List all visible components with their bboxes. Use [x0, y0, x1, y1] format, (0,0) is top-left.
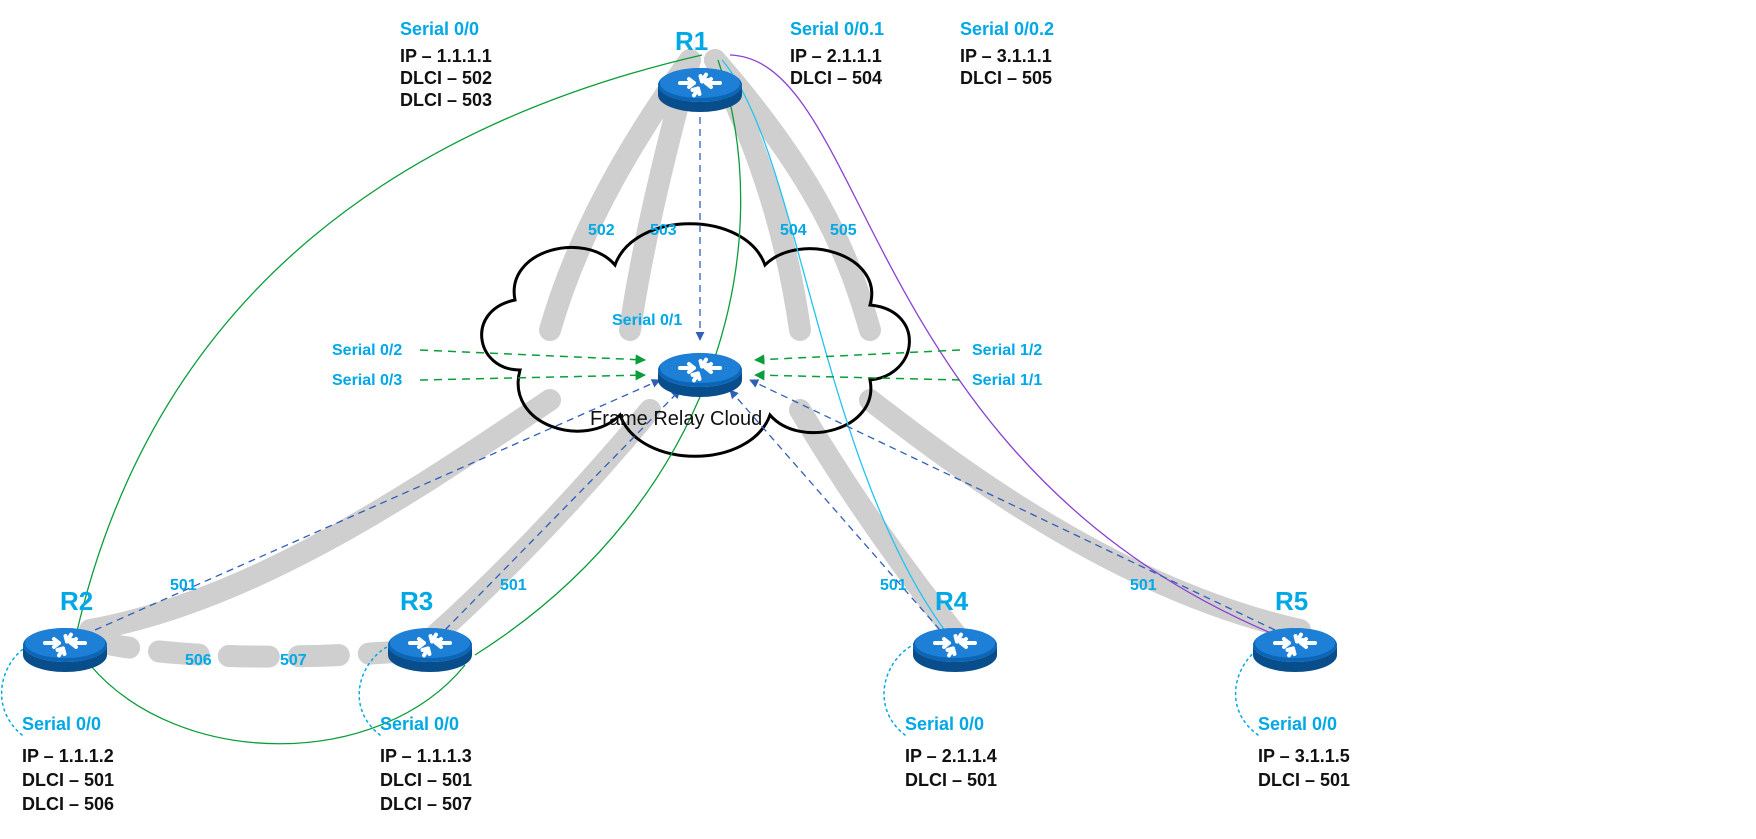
cloud-s02: Serial 0/2: [332, 342, 402, 359]
r4-if-d1: DLCI – 501: [905, 770, 997, 790]
cloud-s03: Serial 0/3: [332, 372, 402, 389]
r2-if-ip: IP – 1.1.1.2: [22, 746, 114, 766]
dlci-r3-507: 507: [280, 652, 307, 669]
r3-if-ip: IP – 1.1.1.3: [380, 746, 472, 766]
r1-if01-d1: DLCI – 504: [790, 68, 882, 88]
r3-label: R3: [400, 586, 433, 616]
r1-if0-d2: DLCI – 503: [400, 90, 492, 110]
cloud-s01: Serial 0/1: [612, 312, 682, 329]
router-cloud: [658, 353, 742, 397]
r5-if-title: Serial 0/0: [1258, 714, 1337, 734]
dlci-r2-506: 506: [185, 652, 212, 669]
r4-label: R4: [935, 586, 969, 616]
router-r4: [913, 628, 997, 672]
r2-label: R2: [60, 586, 93, 616]
dlci-503: 503: [650, 222, 677, 239]
r1-if02-d1: DLCI – 505: [960, 68, 1052, 88]
r1-if01-ip: IP – 2.1.1.1: [790, 46, 882, 66]
r1-if0-d1: DLCI – 502: [400, 68, 492, 88]
r5-label: R5: [1275, 586, 1308, 616]
dlci-r5-501: 501: [1130, 577, 1157, 594]
router-r1: [658, 68, 742, 112]
r1-if02-title: Serial 0/0.2: [960, 19, 1054, 39]
r3-if-d1: DLCI – 501: [380, 770, 472, 790]
router-r2: [23, 628, 107, 672]
r3-if-title: Serial 0/0: [380, 714, 459, 734]
dlci-r3-501: 501: [500, 577, 527, 594]
cloud-s11: Serial 1/1: [972, 372, 1042, 389]
dlci-502: 502: [588, 222, 615, 239]
r3-if-d2: DLCI – 507: [380, 794, 472, 814]
cloud-s12: Serial 1/2: [972, 342, 1042, 359]
cloud-label: Frame Relay Cloud: [590, 408, 762, 430]
dlci-504: 504: [780, 222, 807, 239]
router-r3: [388, 628, 472, 672]
r2-if-d2: DLCI – 506: [22, 794, 114, 814]
r4-if-ip: IP – 2.1.1.4: [905, 746, 997, 766]
dlci-505: 505: [830, 222, 857, 239]
r1-if0-ip: IP – 1.1.1.1: [400, 46, 492, 66]
r5-if-ip: IP – 3.1.1.5: [1258, 746, 1350, 766]
router-r5: [1253, 628, 1337, 672]
r1-if01-title: Serial 0/0.1: [790, 19, 884, 39]
dlci-r2-501: 501: [170, 577, 197, 594]
r1-if02-ip: IP – 3.1.1.1: [960, 46, 1052, 66]
r5-if-d1: DLCI – 501: [1258, 770, 1350, 790]
r1-if0-title: Serial 0/0: [400, 19, 479, 39]
r2-if-title: Serial 0/0: [22, 714, 101, 734]
dlci-r4-501: 501: [880, 577, 907, 594]
r2-if-d1: DLCI – 501: [22, 770, 114, 790]
r1-label: R1: [675, 26, 708, 56]
r4-if-title: Serial 0/0: [905, 714, 984, 734]
